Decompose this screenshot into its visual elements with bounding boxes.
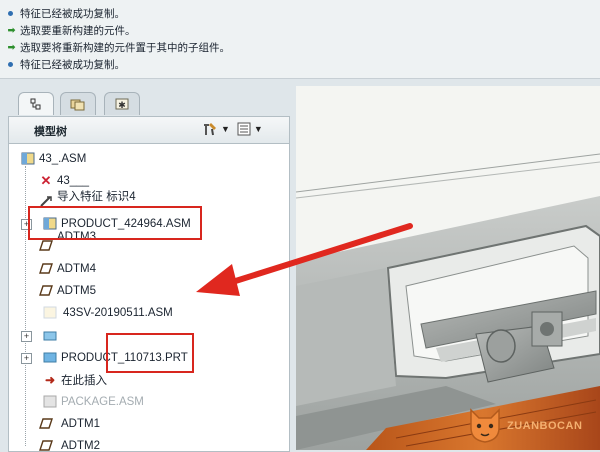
graphics-viewport[interactable] (296, 86, 600, 450)
assembly-icon (21, 152, 35, 165)
tools-icon (204, 123, 216, 136)
tree-item[interactable]: ADTM5 (9, 280, 279, 301)
chevron-down-icon: ▼ (253, 124, 263, 134)
assembly-icon (43, 395, 57, 408)
tree-item-label: ADTM1 (61, 417, 100, 430)
model-tree-icon (30, 98, 41, 110)
tree-item-label: 43___ (57, 174, 89, 187)
expand-toggle[interactable]: + (21, 331, 32, 342)
list-icon (237, 122, 251, 136)
tree-item[interactable]: ADTM1 (9, 413, 279, 434)
settings-dropdown-button[interactable]: ▼ (201, 121, 230, 137)
part-icon (43, 329, 57, 342)
assembly-icon (43, 306, 57, 319)
svg-text:✱: ✱ (118, 100, 126, 110)
part-icon (43, 351, 57, 364)
datum-plane-icon (39, 239, 53, 252)
model-render (296, 153, 600, 450)
datum-plane-icon (39, 284, 53, 297)
expand-toggle[interactable]: + (21, 353, 32, 364)
insert-here-icon: ➜ (44, 372, 56, 387)
message-text: 特征已经被成功复制。 (20, 7, 125, 20)
fox-logo-icon (470, 408, 500, 443)
model-tree-header: 模型树 ▼ ▼ (8, 116, 290, 144)
tree-item[interactable]: 43SV-20190511.ASM (9, 302, 279, 323)
tree-item-label: 在此插入 (61, 374, 107, 387)
tree-item-label: ADTM4 (57, 262, 96, 275)
datum-plane-icon (39, 417, 53, 430)
tree-item-label: PACKAGE.ASM (61, 395, 144, 408)
tree-item-label: 43SV-20190511.ASM (63, 306, 173, 319)
message-line: 特征已经被成功复制。 (6, 56, 125, 72)
show-dropdown-button[interactable]: ▼ (236, 121, 263, 137)
watermark-text: ZUANBOCAN (507, 420, 583, 432)
tree-root[interactable]: 43_.ASM (9, 148, 279, 169)
message-text: 特征已经被成功复制。 (20, 58, 125, 71)
chevron-down-icon: ▼ (221, 124, 230, 134)
message-line: ➡ 选取要将重新构建的元件置于其中的子组件。 (6, 39, 230, 55)
watermark-logo: ZUANBOCAN (465, 402, 595, 446)
tree-item[interactable]: ✕ 43___ (9, 170, 279, 191)
tree-item-label: 导入特征 标识4 (57, 191, 136, 203)
datum-plane-icon (39, 262, 53, 275)
tree-item-label: ADTM5 (57, 284, 96, 297)
message-text: 选取要重新构建的元件。 (20, 24, 136, 37)
message-area: 特征已经被成功复制。 ➡ 选取要重新构建的元件。 ➡ 选取要将重新构建的元件置于其中… (0, 0, 600, 79)
message-text: 选取要将重新构建的元件置于其中的子组件。 (20, 41, 230, 54)
prompt-arrow-icon: ➡ (7, 24, 16, 35)
cross-datum-icon: ✕ (40, 172, 52, 188)
model-tree-title: 模型树 (34, 126, 67, 138)
model-tree[interactable]: 43_.ASM ✕ 43___ 导入特征 标识4 + PRODUCT_42496… (8, 143, 290, 452)
datum-plane-icon (39, 439, 53, 451)
info-bullet-icon (8, 61, 13, 67)
highlight-box (106, 333, 194, 373)
highlight-box (28, 206, 202, 240)
folder-browser-tab[interactable] (60, 92, 96, 115)
message-line: ➡ 选取要重新构建的元件。 (6, 22, 136, 38)
tree-item[interactable]: ADTM2 (9, 435, 279, 451)
message-line: 特征已经被成功复制。 (6, 5, 125, 21)
info-bullet-icon (8, 10, 13, 16)
tree-item[interactable]: PACKAGE.ASM (9, 391, 279, 412)
navigator-panel: ✱ 模型树 ▼ ▼ 43_.ASM ✕ 43___ 导入特征 标识4 + PRO… (8, 86, 296, 452)
tree-item-label: 43_.ASM (39, 152, 87, 165)
prompt-arrow-icon: ➡ (7, 41, 16, 52)
model-tree-tab[interactable] (18, 92, 54, 115)
favorites-icon: ✱ (115, 98, 129, 110)
favorites-tab[interactable]: ✱ (104, 92, 140, 115)
folder-browser-icon (70, 99, 85, 111)
tree-item[interactable]: ADTM4 (9, 258, 279, 279)
